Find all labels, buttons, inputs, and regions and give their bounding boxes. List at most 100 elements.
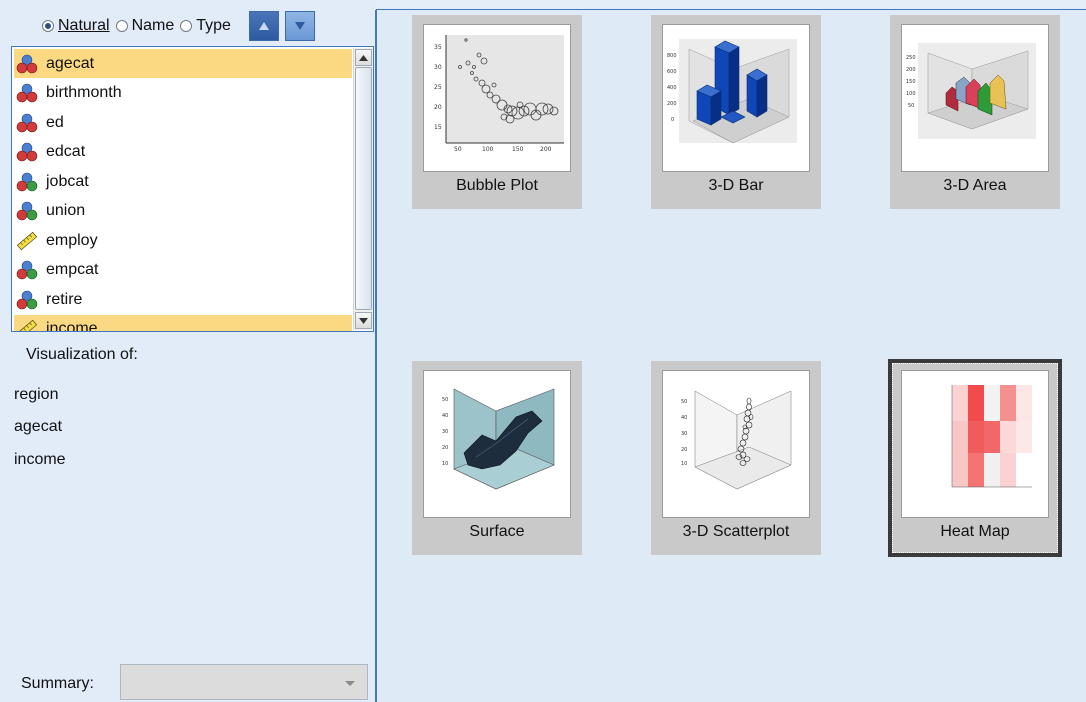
svg-text:50: 50 <box>454 146 462 153</box>
gallery-top-border <box>376 9 1086 10</box>
nominal-icon <box>16 53 38 75</box>
scroll-down-icon <box>359 317 368 324</box>
variable-label: birthmonth <box>46 84 122 101</box>
variable-item-jobcat[interactable]: jobcat <box>14 167 352 196</box>
visualization-of-label: Visualization of: <box>26 346 138 363</box>
variable-label: edcat <box>46 143 86 160</box>
svg-text:15: 15 <box>434 124 442 131</box>
variable-item-union[interactable]: union <box>14 197 352 226</box>
ordinal-icon <box>16 200 38 222</box>
variable-list-scrollbar[interactable] <box>353 48 373 330</box>
bubble-plot-thumbnail: 35 30 25 20 15 50 100 150 200 <box>423 24 571 172</box>
chart-card-3d-scatterplot[interactable]: 50 40 30 20 10 3-D Scatterplot <box>651 361 821 555</box>
svg-text:35: 35 <box>434 44 442 51</box>
svg-text:200: 200 <box>540 146 552 153</box>
scroll-down-button[interactable] <box>355 312 372 329</box>
svg-text:100: 100 <box>906 91 916 97</box>
variable-label: union <box>46 202 86 219</box>
chart-card-bubble-plot[interactable]: 35 30 25 20 15 50 100 150 200 Bubble Plot <box>412 15 582 209</box>
variable-label: employ <box>46 231 98 249</box>
scale-ruler-icon <box>16 230 38 252</box>
svg-text:40: 40 <box>681 415 687 421</box>
variable-item-employ[interactable]: employ <box>14 226 352 255</box>
svg-text:50: 50 <box>908 103 914 109</box>
radio-indicator <box>42 20 54 32</box>
svg-text:200: 200 <box>906 67 916 73</box>
scroll-up-icon <box>359 54 368 61</box>
sort-name-label: Name <box>131 17 175 34</box>
nominal-icon <box>16 141 38 163</box>
summary-dropdown[interactable] <box>120 664 368 700</box>
svg-text:10: 10 <box>442 461 448 467</box>
3d-bar-thumbnail: 800 600 400 200 0 <box>662 24 810 172</box>
3d-area-thumbnail: 250 200 150 100 50 <box>901 24 1049 172</box>
sort-descending-button[interactable] <box>284 11 315 41</box>
chart-card-surface[interactable]: 50 40 30 20 10 Surface <box>412 361 582 555</box>
chart-card-label: 3-D Bar <box>708 177 764 194</box>
variable-item-empcat[interactable]: empcat <box>14 256 352 285</box>
sort-type-label: Type <box>196 17 231 34</box>
svg-text:20: 20 <box>434 104 442 111</box>
sort-natural-label: Natural <box>58 17 110 34</box>
nominal-icon <box>16 112 38 134</box>
sort-descending-icon <box>294 22 305 30</box>
visualization-item: income <box>14 451 66 468</box>
svg-text:150: 150 <box>906 79 916 85</box>
chart-card-3d-area[interactable]: 250 200 150 100 50 3-D Area <box>890 15 1060 209</box>
svg-text:400: 400 <box>667 85 677 91</box>
variable-label: ed <box>46 113 64 131</box>
sort-options-bar: Natural Name Type <box>42 11 315 41</box>
chart-card-3d-bar[interactable]: 800 600 400 200 0 3-D Bar <box>651 15 821 209</box>
sort-ascending-icon <box>258 22 269 30</box>
scroll-up-button[interactable] <box>355 49 372 66</box>
ordinal-icon <box>16 289 38 311</box>
radio-indicator <box>180 20 193 32</box>
svg-text:800: 800 <box>667 53 677 59</box>
sort-ascending-button[interactable] <box>248 11 279 41</box>
variable-item-agecat[interactable]: agecat <box>14 49 352 78</box>
svg-text:30: 30 <box>434 64 442 71</box>
variable-list[interactable]: agecat birthmonth ed edcat jobcat union employ… <box>11 46 374 332</box>
svg-text:40: 40 <box>442 413 448 419</box>
surface-thumbnail: 50 40 30 20 10 <box>423 370 571 518</box>
variable-item-edcat[interactable]: edcat <box>14 138 352 167</box>
sort-name-radio[interactable]: Name <box>115 17 175 35</box>
chart-card-label: Surface <box>469 523 525 540</box>
variable-item-ed[interactable]: ed <box>14 108 352 137</box>
svg-text:20: 20 <box>442 445 448 451</box>
svg-text:200: 200 <box>667 101 677 107</box>
ordinal-icon <box>16 171 38 193</box>
scroll-thumb[interactable] <box>355 67 372 310</box>
variable-label: income <box>46 320 98 332</box>
radio-indicator <box>115 20 128 32</box>
svg-text:25: 25 <box>434 84 442 91</box>
heat-map-thumbnail <box>901 370 1049 518</box>
panel-divider[interactable] <box>375 10 377 702</box>
svg-text:30: 30 <box>442 429 448 435</box>
chart-card-label: 3-D Scatterplot <box>682 523 790 540</box>
chart-card-heat-map[interactable]: Heat Map <box>888 359 1062 557</box>
variable-item-retire[interactable]: retire <box>14 285 352 314</box>
visualization-item: region <box>14 386 59 403</box>
svg-text:20: 20 <box>681 447 687 453</box>
sort-type-radio[interactable]: Type <box>180 17 231 35</box>
svg-text:10: 10 <box>681 461 687 467</box>
variable-label: empcat <box>46 261 99 278</box>
svg-text:150: 150 <box>512 146 524 153</box>
sort-natural-radio[interactable]: Natural <box>42 17 110 35</box>
svg-text:50: 50 <box>681 399 687 405</box>
variable-label: agecat <box>46 54 95 72</box>
variable-label: jobcat <box>46 172 89 190</box>
chart-card-label: 3-D Area <box>943 177 1007 194</box>
nominal-icon <box>16 82 38 104</box>
variable-item-birthmonth[interactable]: birthmonth <box>14 79 352 108</box>
chart-card-label: Heat Map <box>940 523 1010 540</box>
variable-label: retire <box>46 290 83 308</box>
svg-text:0: 0 <box>671 117 674 123</box>
svg-text:250: 250 <box>906 55 916 61</box>
visualization-item: agecat <box>14 418 63 435</box>
variable-item-income[interactable]: income <box>14 314 352 332</box>
svg-text:50: 50 <box>442 397 448 403</box>
svg-text:100: 100 <box>482 146 494 153</box>
svg-text:30: 30 <box>681 431 687 437</box>
